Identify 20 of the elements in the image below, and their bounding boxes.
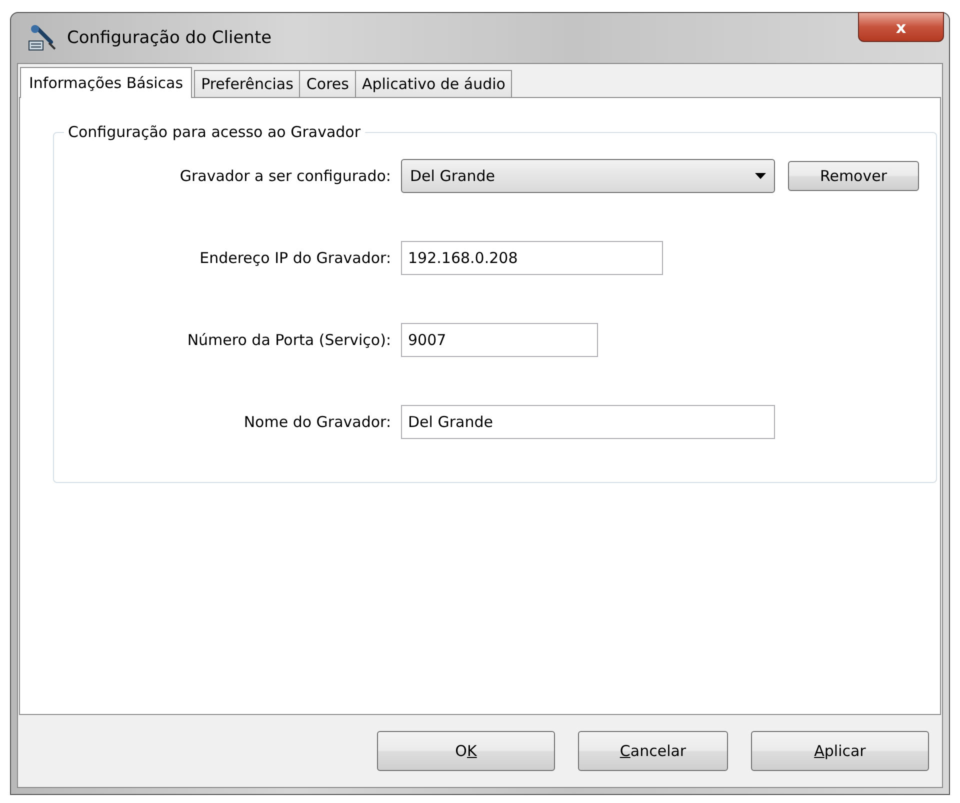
field-label: Nome do Gravador: xyxy=(242,413,392,431)
input-field[interactable]: 192.168.0.208 xyxy=(401,241,663,275)
field-label: Endereço IP do Gravador: xyxy=(198,249,392,267)
window-title: Configuração do Cliente xyxy=(67,28,272,48)
input-field[interactable]: 9007 xyxy=(401,323,598,357)
field-label: Número da Porta (Serviço): xyxy=(186,331,392,349)
ok-button[interactable]: OK xyxy=(377,731,555,771)
remove-button[interactable]: Remover xyxy=(788,161,919,191)
close-button[interactable]: x xyxy=(858,12,944,42)
group-title: Configuração para acesso ao Gravador xyxy=(67,123,362,141)
tab[interactable]: Cores xyxy=(299,70,356,97)
dropdown-arrow-icon xyxy=(755,173,766,179)
tab[interactable]: Preferências xyxy=(194,70,300,97)
tab[interactable]: Informações Básicas xyxy=(20,67,192,98)
tab[interactable]: Aplicativo de áudio xyxy=(354,70,512,97)
cancel-button[interactable]: Cancelar xyxy=(578,731,728,771)
dropdown[interactable]: Del Grande xyxy=(401,159,775,193)
input-field[interactable]: Del Grande xyxy=(401,405,775,439)
apply-button[interactable]: Aplicar xyxy=(751,731,929,771)
field-label: Gravador a ser configurado: xyxy=(178,167,392,185)
